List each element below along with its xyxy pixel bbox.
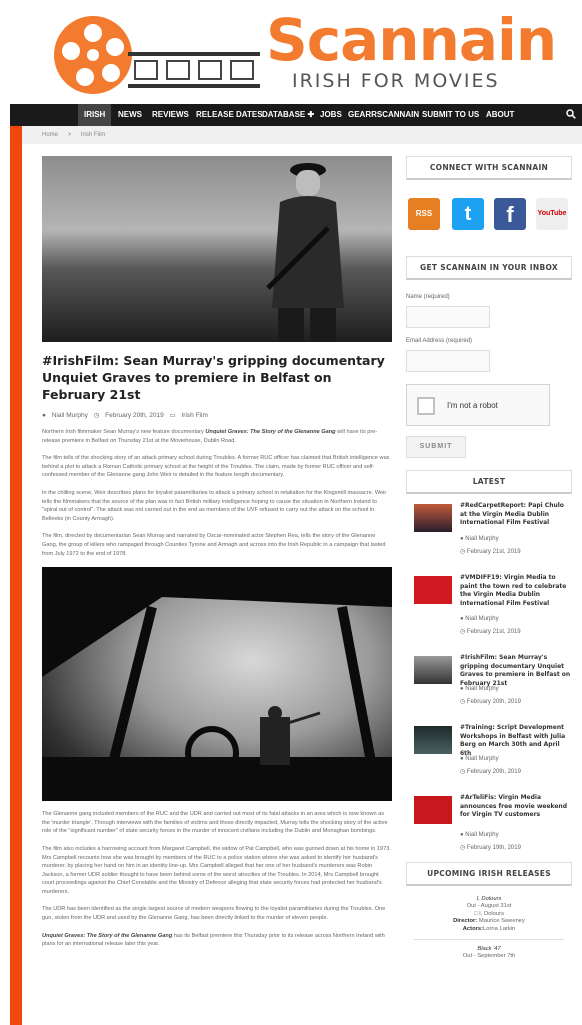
latest-date: ◷ February 20th, 2019	[460, 699, 521, 705]
youtube-icon[interactable]: YouTube	[536, 198, 568, 230]
list-item[interactable]: #IrishFilm: Sean Murray's gripping docum…	[406, 646, 572, 716]
folder-icon: ▭	[169, 412, 176, 419]
facebook-icon[interactable]: f	[494, 198, 526, 230]
rss-icon[interactable]: RSS	[408, 198, 440, 230]
email-input[interactable]	[406, 350, 490, 372]
article-paragraph: Unquiet Graves: The Story of the Glenann…	[42, 932, 385, 948]
film-strip-icon	[128, 52, 260, 88]
latest-title[interactable]: #IrishFilm: Sean Murray's gripping docum…	[460, 654, 572, 688]
latest-author: ● Niall Murphy	[460, 756, 499, 762]
article-title[interactable]: #IrishFilm: Sean Murray's gripping docum…	[42, 352, 392, 403]
user-icon: ●	[42, 412, 46, 419]
latest-heading: LATEST	[406, 470, 572, 494]
soldier-photo	[266, 163, 344, 342]
film-reel-logo-icon[interactable]	[54, 16, 132, 94]
release-date: Out - August 31st	[466, 903, 512, 910]
article-paragraph: Northern Irish filmmaker Sean Murray's n…	[42, 429, 378, 444]
social-links: RSS t f YouTube	[406, 180, 572, 240]
recaptcha-label: I'm not a robot	[447, 401, 498, 410]
search-icon[interactable]	[566, 109, 576, 119]
breadcrumb-separator: >	[67, 132, 72, 138]
release-date: Out - September 7th	[462, 953, 516, 960]
list-item[interactable]: #RedCarpetReport: Papi Chulo at the Virg…	[406, 494, 572, 566]
name-input[interactable]	[406, 306, 490, 328]
latest-date: ◷ February 20th, 2019	[460, 769, 521, 775]
logo-wordmark[interactable]: Scannain	[266, 6, 557, 74]
list-item[interactable]: #Training: Script Development Workshops …	[406, 716, 572, 786]
nav-item-reviews[interactable]: Reviews	[146, 104, 195, 126]
latest-date: ◷ February 19th, 2019	[460, 845, 521, 851]
article-meta: ● Niall Murphy ◷ February 20th, 2019 ▭ I…	[42, 411, 392, 419]
latest-author: ● Niall Murphy	[460, 832, 499, 838]
nav-item-irish[interactable]: Irish	[78, 104, 112, 126]
article-paragraph: The UDR has been identified as the singl…	[42, 906, 386, 922]
latest-author: ● Niall Murphy	[460, 686, 499, 692]
article-category[interactable]: Irish Film	[182, 412, 208, 419]
clock-icon: ◷	[93, 412, 100, 419]
latest-thumbnail[interactable]	[414, 504, 452, 532]
article-paragraph: In the chilling scene, Weir describes pl…	[42, 489, 387, 522]
article: #IrishFilm: Sean Murray's gripping docum…	[42, 156, 392, 949]
article-still-image	[42, 567, 392, 802]
nav-item-news[interactable]: News	[112, 104, 148, 126]
nav-item-database[interactable]: Database ✚	[256, 104, 320, 126]
nav-item-about[interactable]: About	[480, 104, 520, 126]
main-nav: Irish News Reviews Release Dates Databas…	[10, 104, 582, 126]
article-author[interactable]: Niall Murphy	[52, 412, 88, 419]
release-title[interactable]: I, Dolours	[477, 896, 502, 902]
hero-image	[42, 156, 392, 342]
release-item: Black '47 Out - September 7th	[406, 946, 572, 961]
latest-date: ◷ February 21st, 2019	[460, 629, 521, 635]
car-windshield-photo	[42, 567, 392, 802]
site-header: Scannain IRISH FOR MOVIES	[0, 0, 582, 104]
breadcrumb: Home > Irish Film	[22, 126, 582, 144]
article-paragraph: The film, directed by documentarian Sean…	[42, 533, 386, 557]
latest-thumbnail[interactable]	[414, 576, 452, 604]
recaptcha-widget: I'm not a robot	[406, 384, 550, 426]
latest-thumbnail[interactable]	[414, 726, 452, 754]
submit-button[interactable]: SUBMIT	[406, 436, 466, 458]
email-label: Email Address (required)	[406, 338, 473, 344]
latest-title[interactable]: #VMDIFF19: Virgin Media to paint the tow…	[460, 574, 572, 608]
inbox-heading: GET SCANNAIN IN YOUR INBOX	[406, 256, 572, 280]
logo-tagline: IRISH FOR MOVIES	[292, 70, 500, 92]
breadcrumb-current[interactable]: Irish Film	[81, 132, 105, 138]
name-label: Name (required)	[406, 294, 450, 300]
article-paragraph: The film tells of the shocking story of …	[42, 455, 390, 479]
recaptcha-checkbox[interactable]	[417, 397, 435, 415]
release-title[interactable]: Black '47	[477, 946, 500, 952]
latest-thumbnail[interactable]	[414, 796, 452, 824]
latest-title[interactable]: #Training: Script Development Workshops …	[460, 724, 572, 758]
release-poster: □ I, Dolours	[474, 910, 504, 917]
latest-date: ◷ February 21st, 2019	[460, 549, 521, 555]
release-item: I, Dolours Out - August 31st □ I, Dolour…	[406, 896, 572, 933]
latest-title[interactable]: #RedCarpetReport: Papi Chulo at the Virg…	[460, 502, 572, 528]
breadcrumb-home[interactable]: Home	[42, 132, 58, 138]
latest-author: ● Niall Murphy	[460, 616, 499, 622]
left-accent-bar	[10, 126, 22, 1025]
nav-item-gearrscannain[interactable]: Gearrscannain	[342, 104, 425, 126]
article-paragraph: The Glenanne gang included members of th…	[42, 811, 388, 835]
article-date: February 20th, 2019	[105, 412, 164, 419]
latest-thumbnail[interactable]	[414, 656, 452, 684]
list-item[interactable]: #ArTeliFis: Virgin Media announces free …	[406, 786, 572, 862]
latest-author: ● Niall Murphy	[460, 536, 499, 542]
latest-title[interactable]: #ArTeliFis: Virgin Media announces free …	[460, 794, 572, 820]
list-item[interactable]: #VMDIFF19: Virgin Media to paint the tow…	[406, 566, 572, 646]
sidebar: CONNECT WITH SCANNAIN RSS t f YouTube GE…	[406, 156, 572, 961]
twitter-icon[interactable]: t	[452, 198, 484, 230]
nav-item-submit[interactable]: Submit to Us	[416, 104, 485, 126]
connect-heading: CONNECT WITH SCANNAIN	[406, 156, 572, 180]
article-paragraph: The film also includes a harrowing accou…	[42, 845, 391, 895]
upcoming-heading: UPCOMING IRISH RELEASES	[406, 862, 572, 886]
